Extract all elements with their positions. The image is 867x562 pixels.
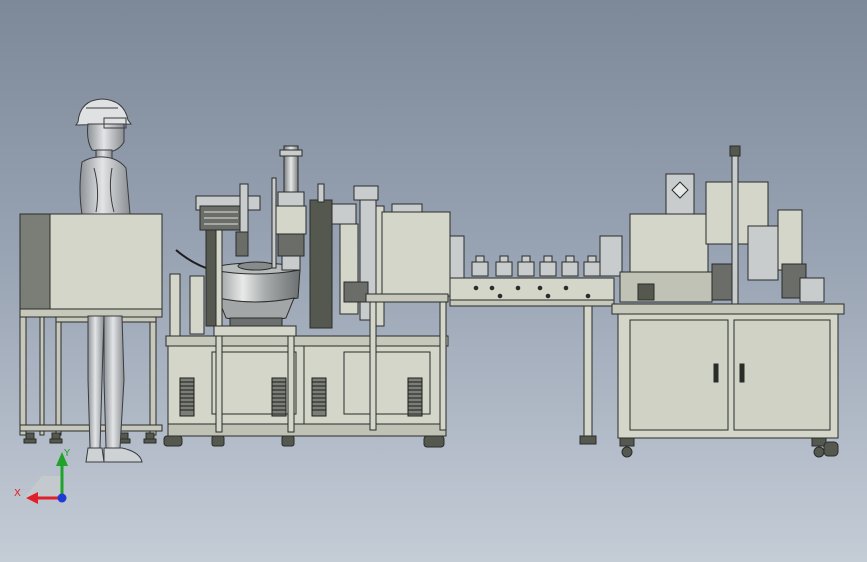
axis-triad: X Y bbox=[14, 448, 71, 504]
conveyor bbox=[449, 255, 615, 445]
assembly-drawing: X Y bbox=[14, 98, 845, 504]
cylinder-tower bbox=[271, 145, 307, 271]
vibratory-bowl bbox=[211, 261, 301, 327]
z-axis-dot bbox=[57, 493, 67, 503]
floor-pads bbox=[163, 435, 445, 448]
cad-viewport[interactable]: X Y bbox=[0, 0, 867, 562]
right-cabinet-casters bbox=[619, 437, 839, 458]
right-machine-cabinet bbox=[611, 303, 845, 458]
x-axis-label: X bbox=[14, 488, 21, 499]
y-axis-label: Y bbox=[63, 448, 71, 459]
right-machine-top bbox=[599, 145, 825, 305]
main-base bbox=[165, 335, 449, 437]
conveyor-fixtures bbox=[471, 255, 601, 277]
